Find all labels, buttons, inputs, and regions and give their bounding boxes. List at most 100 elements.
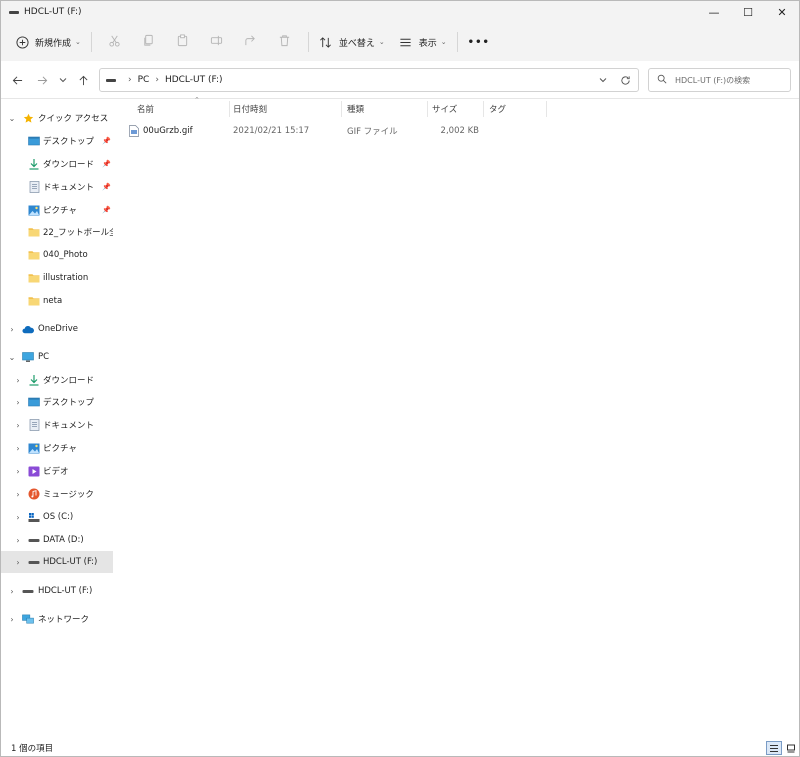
pin-icon: 📌 xyxy=(102,137,111,145)
copy-button[interactable] xyxy=(132,28,166,56)
chevron-right-icon[interactable]: › xyxy=(13,420,23,430)
sidebar-item-hdcl-drive[interactable]: › HDCL-UT (F:) xyxy=(1,580,113,602)
sidebar-item-onedrive[interactable]: › OneDrive xyxy=(1,318,113,340)
item-count: 1 個の項目 xyxy=(11,744,54,754)
details-view-button[interactable] xyxy=(766,741,782,755)
close-button[interactable]: ✕ xyxy=(765,1,799,23)
sidebar-item-label: ダウンロード xyxy=(43,376,95,386)
new-button[interactable]: 新規作成 ⌄ xyxy=(11,28,85,56)
sidebar-item-label: PC xyxy=(38,352,50,362)
plus-circle-icon xyxy=(15,35,29,49)
explorer-window: HDCL-UT (F:) — ☐ ✕ 新規作成 ⌄ 並べ替え ⌄ 表示 ⌄ ••… xyxy=(0,0,800,757)
paste-button[interactable] xyxy=(166,28,200,56)
sidebar-item-downloads[interactable]: ダウンロード 📌 xyxy=(1,153,113,175)
recent-locations-button[interactable] xyxy=(55,72,71,88)
new-button-label: 新規作成 xyxy=(35,38,72,49)
breadcrumb-drive[interactable]: HDCL-UT (F:) xyxy=(165,75,223,85)
sidebar-item-folder-neta[interactable]: neta xyxy=(1,290,113,312)
column-divider[interactable] xyxy=(546,101,547,117)
chevron-right-icon[interactable]: › xyxy=(13,489,23,499)
sidebar-item-pc[interactable]: ⌄ PC xyxy=(1,346,113,368)
star-icon xyxy=(22,112,34,124)
chevron-right-icon[interactable]: › xyxy=(13,557,23,567)
sidebar-item-folder-football[interactable]: 22_フットボール全般 xyxy=(1,221,113,243)
address-history-button[interactable] xyxy=(594,72,612,88)
folder-icon xyxy=(28,295,40,307)
sidebar-item-label: 22_フットボール全般 xyxy=(43,228,113,238)
minimize-button[interactable]: — xyxy=(697,1,731,23)
large-icons-view-button[interactable] xyxy=(783,741,799,755)
view-button[interactable]: 表示 ⌄ xyxy=(395,28,451,56)
sidebar-item-label: ピクチャ xyxy=(43,444,77,454)
download-icon xyxy=(28,158,40,170)
chevron-right-icon[interactable]: › xyxy=(13,466,23,476)
back-button[interactable] xyxy=(9,72,25,88)
trash-icon xyxy=(278,34,291,50)
table-row[interactable]: 00uGrzb.gif 2021/02/21 15:17 GIF ファイル 2,… xyxy=(126,123,486,139)
sidebar-item-pc-downloads[interactable]: › ダウンロード xyxy=(1,369,113,391)
search-placeholder: HDCL-UT (F:)の検索 xyxy=(675,75,751,85)
sidebar-item-quick-access[interactable]: ⌄ クイック アクセス xyxy=(1,107,113,129)
chevron-right-icon[interactable]: › xyxy=(13,443,23,453)
details-view-icon xyxy=(770,744,778,752)
sidebar-item-folder-illustration[interactable]: illustration xyxy=(1,267,113,289)
column-header-tag[interactable]: タグ xyxy=(483,99,545,119)
sidebar-item-documents[interactable]: ドキュメント 📌 xyxy=(1,176,113,198)
column-header-date[interactable]: 日付時刻 xyxy=(227,99,341,119)
chevron-right-icon[interactable]: › xyxy=(13,397,23,407)
window-title: HDCL-UT (F:) xyxy=(24,7,82,17)
sidebar-item-pictures[interactable]: ピクチャ 📌 xyxy=(1,199,113,221)
column-header-size[interactable]: サイズ xyxy=(426,99,484,119)
breadcrumb-pc[interactable]: PC xyxy=(138,75,150,85)
chevron-down-icon xyxy=(59,78,67,83)
sidebar-item-pc-data-drive[interactable]: › DATA (D:) xyxy=(1,529,113,551)
file-list: 名前 ⌃ 日付時刻 種類 サイズ タグ 00uGrzb.gif 2021/02/… xyxy=(114,96,799,739)
sidebar-item-pc-hdcl-drive[interactable]: › HDCL-UT (F:) xyxy=(1,551,113,573)
pin-icon: 📌 xyxy=(102,206,111,214)
sidebar-item-pc-pictures[interactable]: › ピクチャ xyxy=(1,437,113,459)
chevron-down-icon: ⌄ xyxy=(378,38,385,46)
sort-ascending-icon: ⌃ xyxy=(194,96,200,104)
sidebar-item-network[interactable]: › ネットワーク xyxy=(1,608,113,630)
refresh-button[interactable] xyxy=(616,72,634,88)
sidebar-item-desktop[interactable]: デスクトップ 📌 xyxy=(1,130,113,152)
sidebar-item-pc-desktop[interactable]: › デスクトップ xyxy=(1,391,113,413)
chevron-down-icon xyxy=(599,78,607,83)
column-header-name[interactable]: 名前 ⌃ xyxy=(131,96,229,119)
up-button[interactable] xyxy=(75,72,91,88)
gif-file-icon xyxy=(129,123,139,139)
chevron-down-icon[interactable]: ⌄ xyxy=(7,352,17,362)
forward-button[interactable] xyxy=(34,72,50,88)
sidebar-item-folder-photo[interactable]: 040_Photo xyxy=(1,244,113,266)
chevron-right-icon[interactable]: › xyxy=(7,614,17,624)
sidebar-item-label: HDCL-UT (F:) xyxy=(38,586,93,596)
chevron-right-icon[interactable]: › xyxy=(13,512,23,522)
sidebar-item-pc-music[interactable]: › ミュージック xyxy=(1,483,113,505)
chevron-right-icon[interactable]: › xyxy=(13,375,23,385)
sidebar-item-pc-os-drive[interactable]: › OS (C:) xyxy=(1,506,113,528)
chevron-right-icon[interactable]: › xyxy=(7,324,17,334)
sidebar-item-label: ミュージック xyxy=(43,490,94,500)
cut-button[interactable] xyxy=(98,28,132,56)
share-button[interactable] xyxy=(234,28,268,56)
chevron-right-icon[interactable]: › xyxy=(13,535,23,545)
column-header-type[interactable]: 種類 xyxy=(341,99,429,119)
maximize-button[interactable]: ☐ xyxy=(731,1,765,23)
sidebar-item-pc-videos[interactable]: › ビデオ xyxy=(1,460,113,482)
chevron-down-icon[interactable]: ⌄ xyxy=(7,113,17,123)
chevron-right-icon[interactable]: › xyxy=(7,586,17,596)
sidebar-item-label: ドキュメント xyxy=(43,421,95,431)
file-size: 2,002 KB xyxy=(440,126,479,136)
delete-button[interactable] xyxy=(268,28,302,56)
drive-icon xyxy=(28,534,40,546)
more-options-button[interactable]: ••• xyxy=(464,28,494,56)
file-date: 2021/02/21 15:17 xyxy=(233,126,310,136)
sidebar-item-pc-documents[interactable]: › ドキュメント xyxy=(1,414,113,436)
drive-icon xyxy=(22,585,34,597)
search-input[interactable]: HDCL-UT (F:)の検索 xyxy=(648,68,791,92)
sidebar-item-label: ドキュメント xyxy=(43,183,95,193)
address-bar[interactable]: › PC › HDCL-UT (F:) xyxy=(99,68,639,92)
sort-button[interactable]: 並べ替え ⌄ xyxy=(315,28,389,56)
sidebar-item-label: HDCL-UT (F:) xyxy=(43,557,98,567)
rename-button[interactable] xyxy=(200,28,234,56)
